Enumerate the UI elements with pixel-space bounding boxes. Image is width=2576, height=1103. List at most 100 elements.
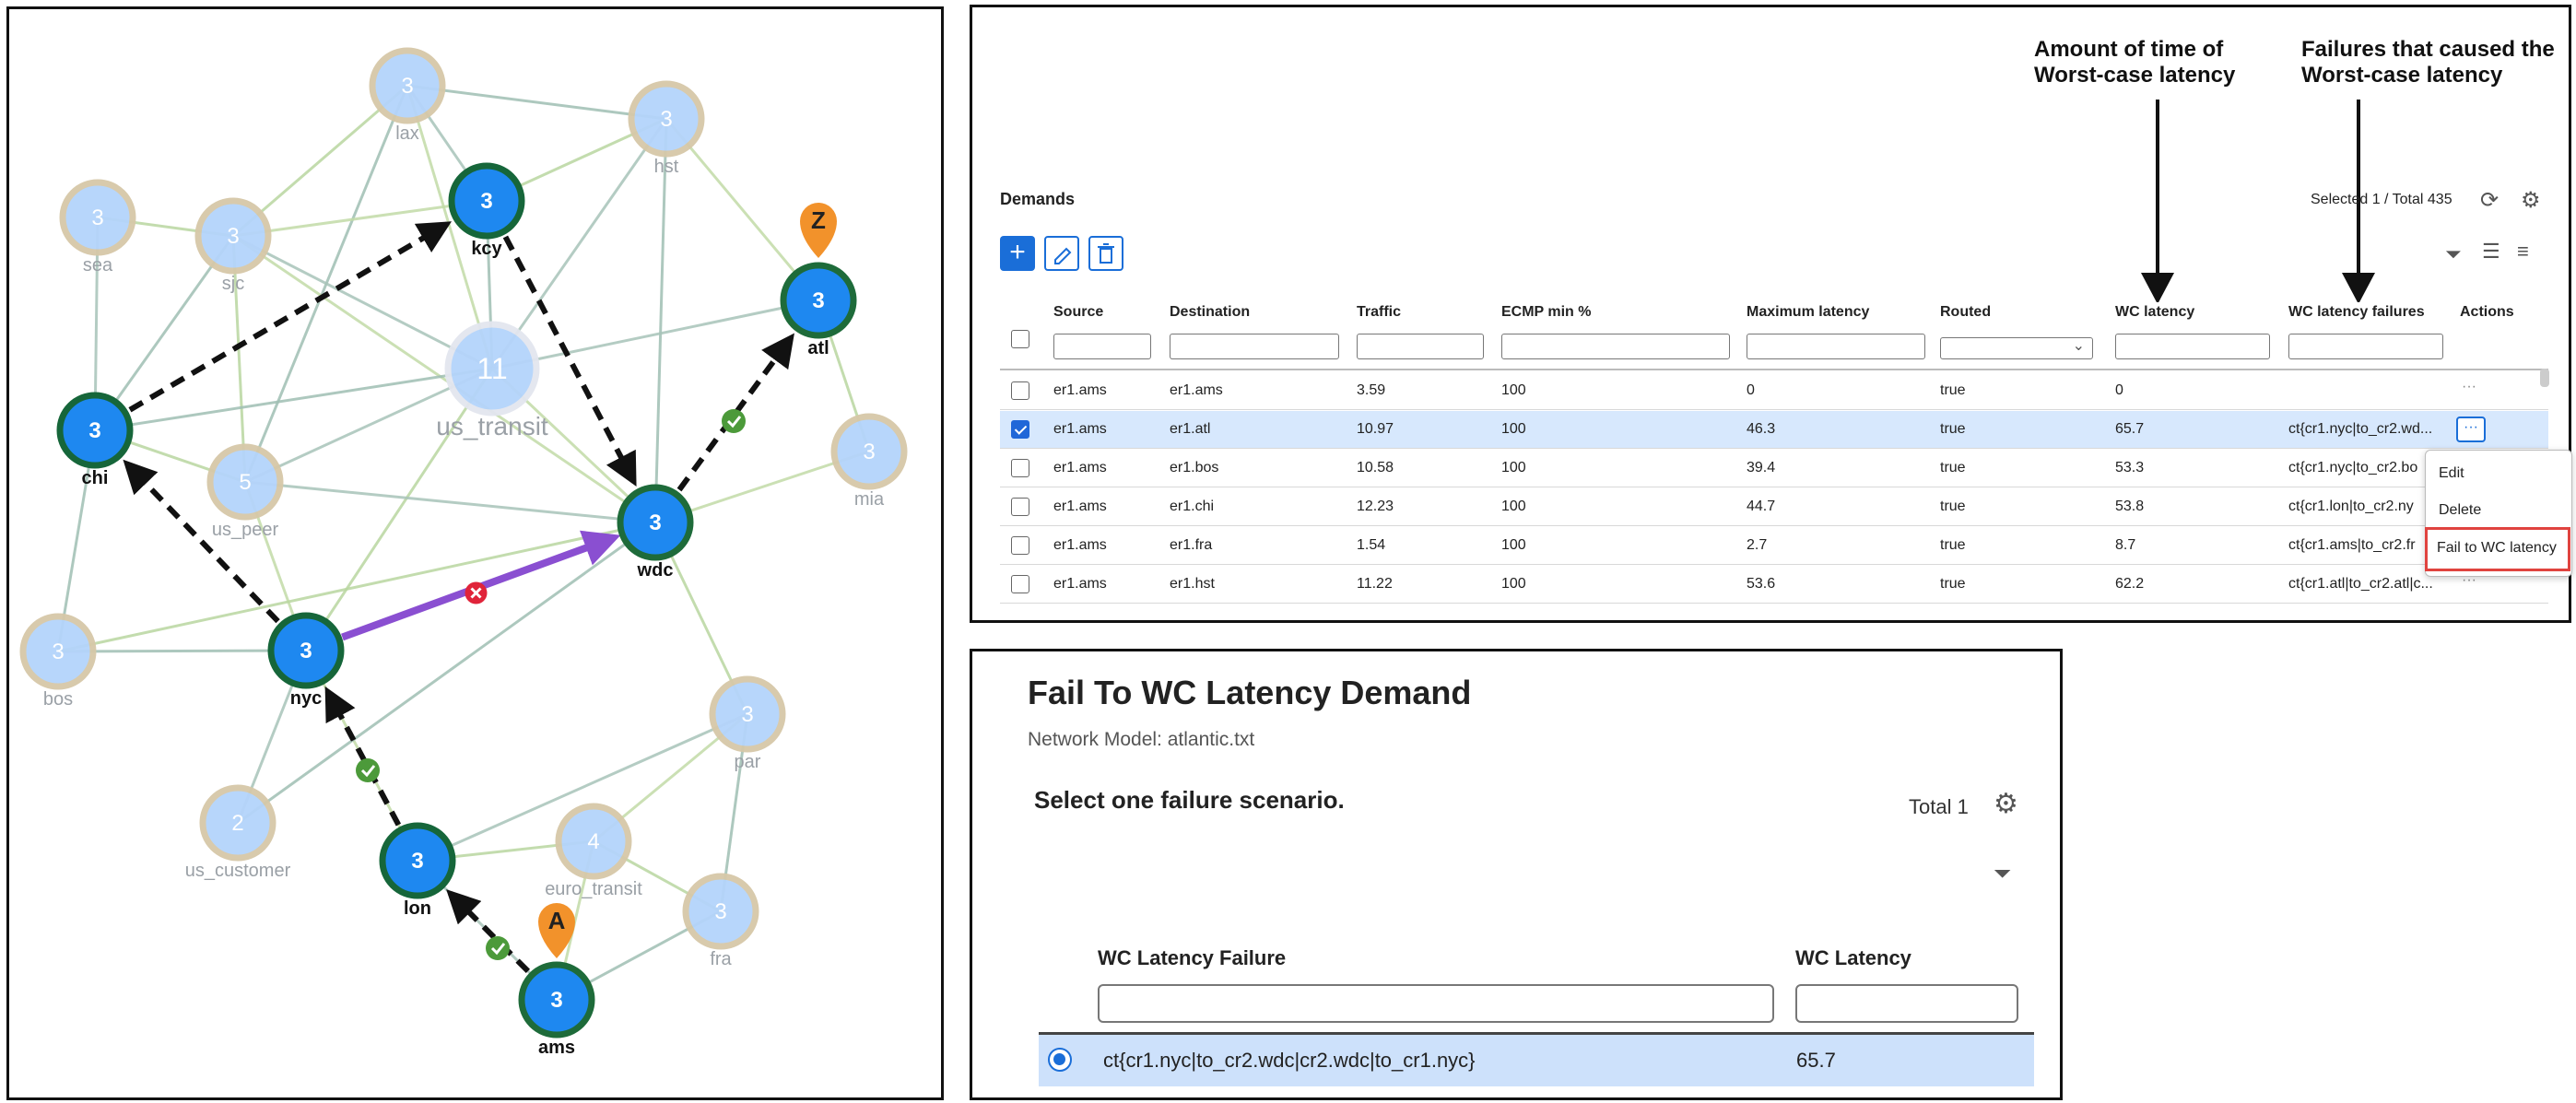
- table-row[interactable]: er1.ams er1.atl 10.97 100 46.3 true 65.7 ct{cr1…: [1000, 411, 2548, 449]
- row-checkbox[interactable]: [1011, 498, 1029, 516]
- node-count-us_peer: 5: [239, 470, 251, 495]
- node-count-mia: 3: [863, 440, 875, 464]
- col-max-latency[interactable]: Maximum latency: [1747, 304, 1869, 321]
- link-us_peer-wdc: [244, 480, 656, 524]
- filter-traffic-input[interactable]: [1357, 334, 1484, 359]
- row-checkbox[interactable]: [1011, 575, 1029, 593]
- filter-ecmp-input[interactable]: [1501, 334, 1730, 359]
- filter-destination-input[interactable]: [1170, 334, 1339, 359]
- node-label-euro_transit: euro_transit: [545, 879, 642, 899]
- arrow-head-wc-latency: [2141, 273, 2174, 302]
- node-count-sjc: 3: [227, 224, 239, 249]
- table-row[interactable]: er1.ams er1.bos 10.58 100 39.4 true 53.3 ct{cr1…: [1000, 450, 2548, 487]
- row-actions-button[interactable]: ···: [2456, 417, 2486, 442]
- menu-item-edit[interactable]: Edit: [2439, 465, 2464, 482]
- node-count-atl: 3: [812, 288, 824, 313]
- filter-wc-failures-input[interactable]: [2288, 334, 2443, 359]
- node-count-wdc: 3: [649, 510, 661, 535]
- row-actions-button[interactable]: ···: [2456, 378, 2482, 400]
- table-row[interactable]: er1.ams er1.chi 12.23 100 44.7 true 53.8 ct{cr1…: [1000, 488, 2548, 526]
- link-hst-wdc: [653, 118, 668, 523]
- table-row[interactable]: er1.ams er1.ams 3.59 100 0 true 0 ···: [1000, 372, 2548, 410]
- col-wc-latency[interactable]: WC latency: [2115, 304, 2194, 321]
- col-source[interactable]: Source: [1053, 304, 1103, 321]
- cell-ecmp: 100: [1501, 537, 1526, 553]
- filter-wc-latency-input[interactable]: [2115, 334, 2270, 359]
- row-checkbox[interactable]: [1011, 420, 1029, 439]
- menu-item-delete[interactable]: Delete: [2439, 502, 2481, 519]
- check-ok-icon: [356, 758, 380, 782]
- compact-view-icon[interactable]: ≡: [2517, 240, 2529, 264]
- cell-wc-latency: 53.8: [2115, 499, 2145, 514]
- cell-ecmp: 100: [1501, 460, 1526, 475]
- filter-routed-select[interactable]: ⌄: [1940, 337, 2093, 359]
- delete-demand-button[interactable]: [1088, 236, 1123, 271]
- col-wc-failures[interactable]: WC latency failures: [2288, 304, 2425, 321]
- refresh-icon[interactable]: ⟳: [2480, 187, 2499, 214]
- node-count-par: 3: [741, 702, 753, 727]
- network-graph-panel: 3 lax 3 hst 3 sea 3 sjc 3 kcy 3 atl 11 us_transit 3 mia…: [6, 6, 944, 1100]
- filter-source-input[interactable]: [1053, 334, 1151, 359]
- node-label-us_peer: us_peer: [212, 520, 279, 540]
- dialog-filter-latency-input[interactable]: [1795, 984, 2018, 1023]
- menu-item-fail-highlight[interactable]: Fail to WC latency: [2425, 527, 2570, 571]
- node-label-atl: atl: [807, 338, 829, 358]
- table-row[interactable]: er1.ams er1.hst 11.22 100 53.6 true 62.2 ct{cr1…: [1000, 566, 2548, 604]
- cell-traffic: 10.97: [1357, 421, 1394, 437]
- failure-row[interactable]: ct{cr1.nyc|to_cr2.wdc|cr2.wdc|to_cr1.nyc…: [1039, 1035, 2034, 1086]
- settings-gear-icon[interactable]: ⚙: [2521, 187, 2541, 214]
- node-count-kcy: 3: [480, 189, 492, 214]
- dialog-col-failure[interactable]: WC Latency Failure: [1098, 946, 1286, 970]
- cell-destination: er1.bos: [1170, 460, 1219, 475]
- col-ecmp[interactable]: ECMP min %: [1501, 304, 1592, 321]
- row-checkbox[interactable]: [1011, 536, 1029, 555]
- cell-routed: true: [1940, 537, 1966, 553]
- add-demand-button[interactable]: +: [1000, 236, 1035, 271]
- demands-title: Demands: [1000, 190, 1076, 208]
- table-row[interactable]: er1.ams er1.fra 1.54 100 2.7 true 8.7 ct{cr1.am…: [1000, 527, 2548, 565]
- cell-max-latency: 46.3: [1747, 421, 1776, 437]
- annotation-arrows: [2141, 100, 2375, 302]
- dialog-title: Fail To WC Latency Demand: [1028, 674, 1472, 711]
- cell-source: er1.ams: [1053, 421, 1107, 437]
- cell-destination: er1.chi: [1170, 499, 1215, 514]
- list-view-icon[interactable]: ☰: [2482, 240, 2500, 264]
- node-label-nyc: nyc: [290, 688, 322, 709]
- check-ok-icon: [486, 936, 510, 960]
- cell-max-latency: 44.7: [1747, 499, 1776, 514]
- cell-ecmp: 100: [1501, 382, 1526, 398]
- col-actions: Actions: [2460, 304, 2514, 320]
- edit-demand-button[interactable]: [1044, 236, 1079, 271]
- failure-radio[interactable]: [1048, 1048, 1072, 1072]
- row-checkbox[interactable]: [1011, 381, 1029, 400]
- cell-wc-failures: ct{cr1.nyc|to_cr2.wd...: [2288, 421, 2433, 437]
- node-label-par: par: [735, 752, 761, 772]
- cell-traffic: 11.22: [1357, 576, 1393, 592]
- cell-destination: er1.hst: [1170, 576, 1215, 592]
- node-label-wdc: wdc: [637, 560, 674, 581]
- cell-wc-latency: 65.7: [2115, 421, 2145, 437]
- filter-icon[interactable]: ⏷: [2445, 242, 2462, 266]
- cell-source: er1.ams: [1053, 537, 1107, 553]
- col-routed[interactable]: Routed: [1940, 304, 1991, 321]
- cell-destination: er1.fra: [1170, 537, 1213, 553]
- node-label-chi: chi: [82, 468, 109, 488]
- select-all-checkbox[interactable]: [1011, 330, 1029, 348]
- col-traffic[interactable]: Traffic: [1357, 304, 1401, 321]
- node-label-ams: ams: [538, 1038, 575, 1058]
- node-label-sjc: sjc: [222, 274, 244, 294]
- node-count-bos: 3: [52, 640, 64, 664]
- dialog-filter-icon[interactable]: ⏷: [1994, 862, 2011, 887]
- cell-traffic: 10.58: [1357, 460, 1394, 475]
- dialog-settings-gear-icon[interactable]: ⚙: [1994, 788, 2018, 820]
- filter-max-latency-input[interactable]: [1747, 334, 1925, 359]
- row-checkbox[interactable]: [1011, 459, 1029, 477]
- cell-destination: er1.atl: [1170, 421, 1211, 437]
- dialog-col-latency[interactable]: WC Latency: [1795, 946, 1911, 970]
- dialog-filter-failure-input[interactable]: [1098, 984, 1774, 1023]
- arrow-head-wc-failures: [2342, 273, 2375, 302]
- dialog-subtitle: Network Model: atlantic.txt: [1028, 729, 1255, 750]
- col-destination[interactable]: Destination: [1170, 304, 1250, 321]
- cell-ecmp: 100: [1501, 421, 1526, 437]
- menu-item-fail-to-wc-latency[interactable]: Fail to WC latency: [2437, 540, 2557, 557]
